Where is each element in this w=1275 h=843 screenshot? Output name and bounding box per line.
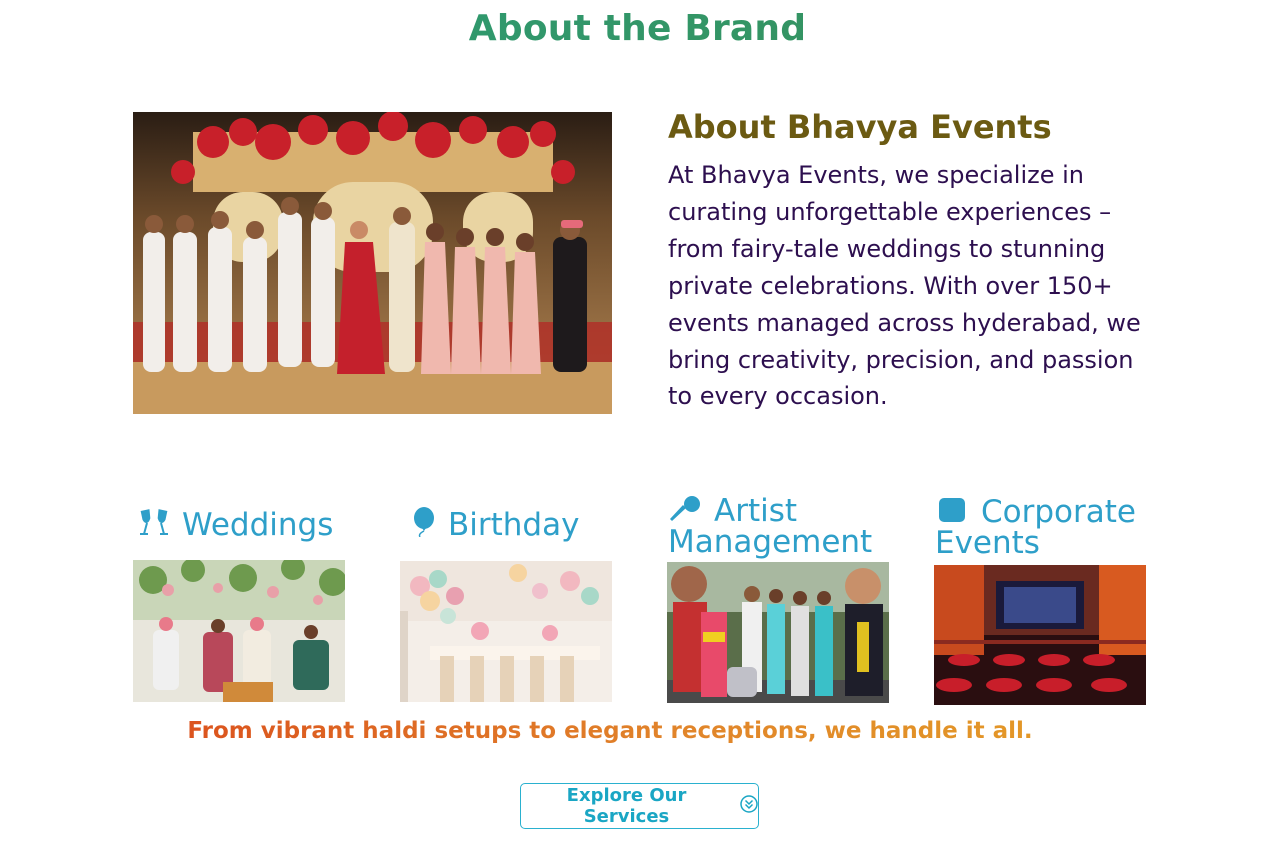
- explore-services-button[interactable]: Explore Our Services: [520, 783, 759, 829]
- section-title: About the Brand: [0, 8, 1275, 49]
- champagne-glasses-icon: [138, 507, 170, 542]
- service-title-corporate-events[interactable]: Corporate Events: [935, 496, 1165, 559]
- corporate-events-photo: [934, 565, 1146, 705]
- tagline: From vibrant haldi setups to elegant rec…: [0, 718, 1220, 744]
- artist-management-photo: [667, 562, 889, 703]
- birthday-photo: [400, 561, 612, 702]
- service-title-artist-management[interactable]: Artist Management: [668, 495, 898, 558]
- about-text: At Bhavya Events, we specialize in curat…: [668, 161, 1141, 411]
- weddings-photo: [133, 560, 345, 702]
- wedding-group-photo: [133, 112, 612, 414]
- balloon-icon: [410, 507, 436, 542]
- chevron-double-down-circle-icon: [740, 794, 758, 818]
- about-heading: About Bhavya Events: [668, 108, 1052, 146]
- service-label: Birthday: [448, 507, 580, 543]
- explore-services-label: Explore Our Services: [566, 785, 687, 827]
- service-title-weddings[interactable]: Weddings: [138, 507, 333, 542]
- service-label: Weddings: [182, 507, 334, 543]
- service-title-birthday[interactable]: Birthday: [410, 507, 579, 542]
